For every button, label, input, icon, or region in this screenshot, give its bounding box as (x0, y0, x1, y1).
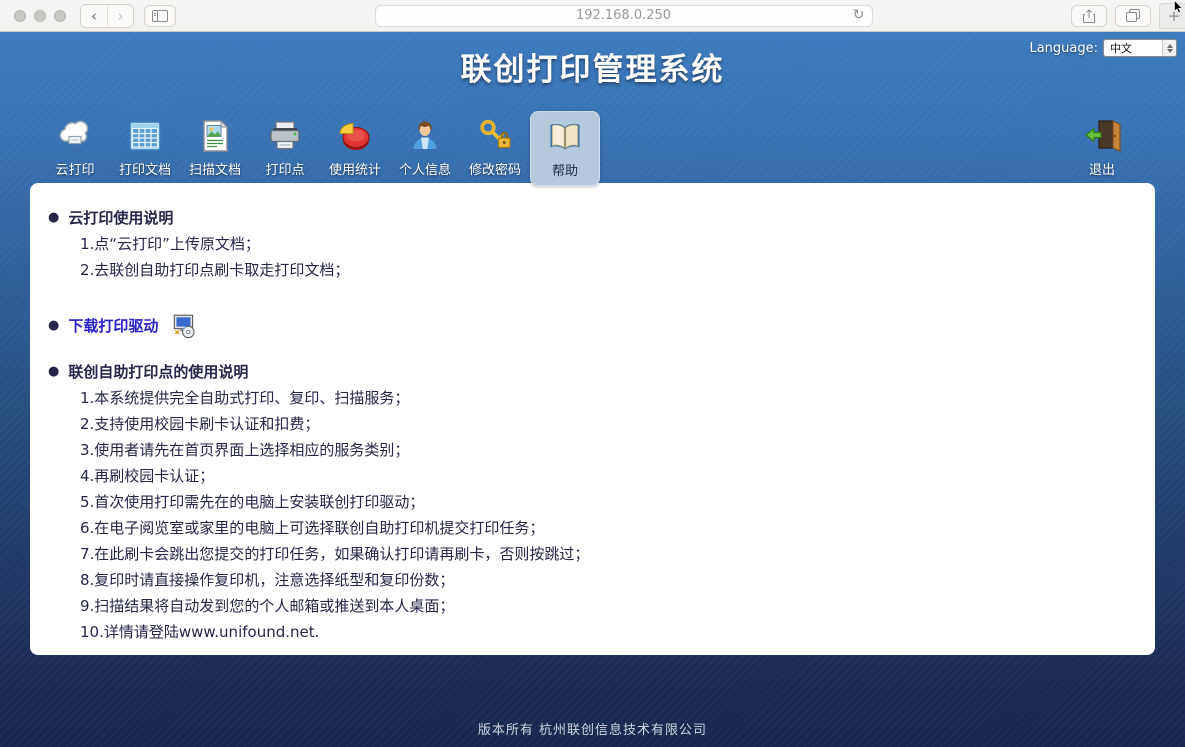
toolbar-item-change-password[interactable]: 修改密码 (460, 111, 530, 184)
reload-button[interactable]: ↻ (853, 7, 865, 23)
pie-chart-icon (335, 116, 375, 156)
section-lines: 1.本系统提供完全自助式打印、复印、扫描服务； 2.支持使用校园卡刷卡认证和扣费… (80, 385, 1125, 645)
toolbar-item-cloud-print[interactable]: 云打印 (40, 111, 110, 184)
help-line: 3.使用者请先在首页界面上选择相应的服务类别； (80, 437, 1125, 463)
sidebar-button[interactable] (144, 5, 176, 27)
chrome-right-buttons: + (1071, 3, 1179, 29)
section-heading: 联创自助打印点的使用说明 (68, 359, 248, 385)
help-line: 6.在电子阅览室或家里的电脑上可选择联创自助打印机提交打印任务； (80, 515, 1125, 541)
browser-chrome: ‹ › 192.168.0.250 ↻ + (0, 0, 1185, 32)
close-button[interactable] (14, 10, 26, 22)
section-heading-row: ● 联创自助打印点的使用说明 (48, 359, 1125, 385)
cloud-print-icon (55, 116, 95, 156)
toolbar-item-print-station[interactable]: 打印点 (250, 111, 320, 184)
copyright-footer: 版本所有 杭州联创信息技术有限公司 (0, 719, 1185, 738)
help-line: 4.再刷校园卡认证； (80, 463, 1125, 489)
url-field[interactable]: 192.168.0.250 ↻ (375, 5, 873, 27)
toolbar-item-scan-docs[interactable]: 扫描文档 (180, 111, 250, 184)
print-docs-icon (125, 116, 165, 156)
toolbar-item-personal-info[interactable]: 个人信息 (390, 111, 460, 184)
tab-overview-button[interactable] (1115, 5, 1151, 27)
back-button[interactable]: ‹ (81, 5, 107, 27)
bullet-icon: ● (48, 359, 59, 385)
toolbar-item-label: 打印点 (265, 159, 304, 178)
language-label: Language: (1029, 41, 1098, 56)
help-line: 7.在此刷卡会跳出您提交的打印任务，如果确认打印请再刷卡，否则按跳过； (80, 541, 1125, 567)
bullet-icon: ● (48, 313, 59, 339)
toolbar-item-label: 扫描文档 (189, 159, 241, 178)
toolbar-item-label: 修改密码 (469, 159, 521, 178)
section-lines: 1.点“云打印”上传原文档； 2.去联创自助打印点刷卡取走打印文档； (80, 231, 1125, 283)
section-heading-row: ● 下载打印驱动 (48, 313, 1125, 339)
person-icon (405, 116, 445, 156)
help-line: 1.本系统提供完全自助式打印、复印、扫描服务； (80, 385, 1125, 411)
zoom-button[interactable] (54, 10, 66, 22)
share-icon (1083, 9, 1095, 23)
download-driver-link[interactable]: 下载打印驱动 (68, 313, 158, 339)
toolbar-item-label: 打印文档 (119, 159, 171, 178)
language-select[interactable]: 中文 (1103, 39, 1177, 57)
help-line: 9.扫描结果将自动发到您的个人邮箱或推送到本人桌面； (80, 593, 1125, 619)
language-selector-row: Language: 中文 (1029, 39, 1177, 57)
help-line: 8.复印时请直接操作复印机，注意选择纸型和复印份数； (80, 567, 1125, 593)
help-line: 5.首次使用打印需先在的电脑上安装联创打印驱动； (80, 489, 1125, 515)
toolbar-item-label: 退出 (1089, 159, 1115, 178)
nav-buttons: ‹ › (80, 4, 134, 28)
toolbar-item-label: 个人信息 (399, 159, 451, 178)
section-heading-row: ● 云打印使用说明 (48, 205, 1125, 231)
toolbar-item-label: 帮助 (552, 160, 578, 179)
url-text: 192.168.0.250 (576, 8, 671, 23)
help-line: 10.详情请登陆www.unifound.net. (80, 619, 1125, 645)
window-controls (14, 10, 66, 22)
main-toolbar: 云打印 打印文档 扫描文档 (0, 89, 1185, 181)
toolbar-item-exit[interactable]: 退出 (1067, 111, 1137, 184)
bullet-icon: ● (48, 205, 59, 231)
toolbar-item-usage-stats[interactable]: 使用统计 (320, 111, 390, 184)
share-button[interactable] (1071, 5, 1107, 27)
forward-button[interactable]: › (107, 5, 133, 27)
page-title: 联创打印管理系统 (0, 32, 1185, 89)
tabs-icon (1126, 9, 1140, 22)
language-value: 中文 (1110, 40, 1132, 56)
toolbar-item-print-docs[interactable]: 打印文档 (110, 111, 180, 184)
exit-door-icon (1082, 116, 1122, 156)
minimize-button[interactable] (34, 10, 46, 22)
help-line: 2.去联创自助打印点刷卡取走打印文档； (80, 257, 1125, 283)
select-stepper-icon (1162, 40, 1176, 56)
help-line: 2.支持使用校园卡刷卡认证和扣费； (80, 411, 1125, 437)
section-heading: 云打印使用说明 (68, 205, 173, 231)
section-download-driver: ● 下载打印驱动 (48, 313, 1125, 339)
open-book-icon (545, 117, 585, 157)
toolbar-item-label: 云打印 (55, 159, 94, 178)
sidebar-icon (152, 10, 168, 22)
driver-installer-icon (171, 313, 197, 339)
help-line: 1.点“云打印”上传原文档； (80, 231, 1125, 257)
toolbar-item-help[interactable]: 帮助 (530, 111, 600, 186)
key-lock-icon (475, 116, 515, 156)
section-self-service-help: ● 联创自助打印点的使用说明 1.本系统提供完全自助式打印、复印、扫描服务； 2… (48, 359, 1125, 645)
help-content-panel: ● 云打印使用说明 1.点“云打印”上传原文档； 2.去联创自助打印点刷卡取走打… (30, 183, 1155, 655)
toolbar-item-label: 使用统计 (329, 159, 381, 178)
webapp-page: Language: 中文 联创打印管理系统 云打印 (0, 32, 1185, 747)
scan-docs-icon (195, 116, 235, 156)
print-station-icon (265, 116, 305, 156)
section-cloud-print-help: ● 云打印使用说明 1.点“云打印”上传原文档； 2.去联创自助打印点刷卡取走打… (48, 205, 1125, 283)
mouse-cursor (1174, 0, 1183, 13)
